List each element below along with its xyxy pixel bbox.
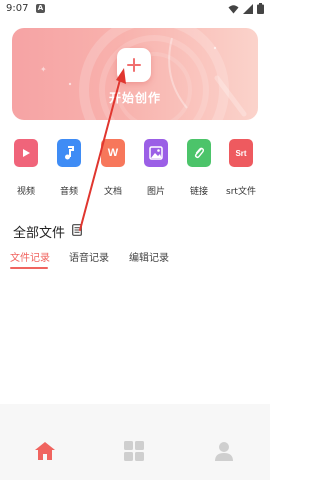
- video-icon: [14, 139, 38, 167]
- word-doc-glyph: W: [107, 147, 119, 159]
- section-title: 全部文件: [13, 226, 66, 241]
- notification-badge: A: [36, 4, 45, 13]
- nav-profile[interactable]: [213, 440, 237, 462]
- srt-file-icon: Srt: [229, 139, 253, 167]
- action-srt-label: srt文件: [226, 187, 256, 197]
- tab-edit-records[interactable]: 编辑记录: [129, 249, 169, 264]
- action-srt[interactable]: Srt srt文件: [219, 136, 263, 197]
- paperclip-icon: [187, 139, 211, 167]
- start-create-label[interactable]: 开始创作: [0, 89, 270, 106]
- status-bar: 9:07 A: [0, 0, 270, 20]
- home-icon: [35, 442, 55, 460]
- svg-text:✦: ✦: [40, 65, 47, 74]
- status-time: 9:07: [6, 3, 29, 14]
- nav-home[interactable]: [33, 440, 57, 462]
- wifi-icon: [228, 4, 239, 13]
- srt-glyph: Srt: [235, 148, 247, 158]
- image-icon: [144, 139, 168, 167]
- active-tab-indicator: [10, 267, 48, 269]
- music-note-icon: [57, 139, 81, 167]
- tab-voice-records[interactable]: 语音记录: [69, 249, 109, 264]
- battery-icon: [257, 3, 264, 14]
- quick-actions: 视频 音频 W 文档 图片 链接 Srt srt文件: [0, 136, 270, 197]
- grid-icon: [124, 441, 144, 461]
- record-tabs: 文件记录 语音记录 编辑记录: [0, 249, 270, 271]
- word-doc-icon: W: [101, 139, 125, 167]
- tab-file-records[interactable]: 文件记录: [10, 249, 50, 264]
- nav-apps[interactable]: [123, 440, 147, 462]
- user-icon: [215, 442, 233, 461]
- plus-icon: [127, 58, 141, 72]
- document-list-icon[interactable]: [72, 224, 82, 236]
- create-plus-button[interactable]: [117, 48, 151, 82]
- bottom-nav: [0, 404, 270, 480]
- status-icons: [228, 3, 264, 14]
- signal-icon: [243, 3, 253, 14]
